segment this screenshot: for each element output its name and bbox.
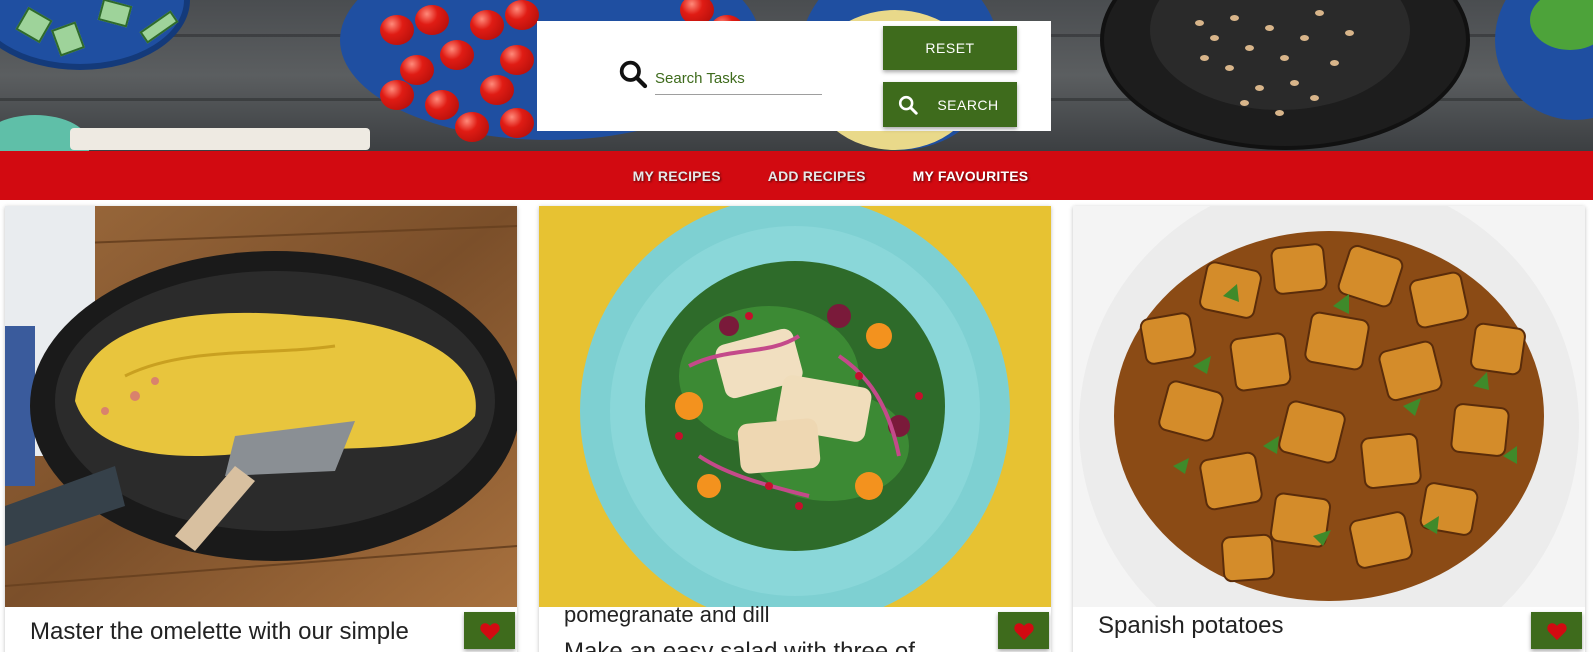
search-input[interactable] xyxy=(655,55,822,95)
recipe-card[interactable]: Master the omelette with our simple xyxy=(5,206,517,652)
main-nav: MY RECIPES ADD RECIPES MY FAVOURITES xyxy=(0,151,1593,200)
heart-icon xyxy=(1546,622,1567,640)
recipe-image-omelette xyxy=(5,206,517,607)
recipe-card[interactable]: pomegranate and dill Make an easy salad … xyxy=(539,206,1051,652)
search-button[interactable]: SEARCH xyxy=(883,82,1017,127)
favourite-button[interactable] xyxy=(998,612,1049,649)
nav-my-recipes[interactable]: MY RECIPES xyxy=(633,168,721,184)
search-icon xyxy=(619,60,648,89)
recipe-title: Spanish potatoes xyxy=(1098,612,1284,639)
heart-icon xyxy=(1013,622,1034,640)
favourite-button[interactable] xyxy=(464,612,515,649)
search-panel: RESET SEARCH xyxy=(537,21,1051,131)
reset-button[interactable]: RESET xyxy=(883,26,1017,70)
search-button-label: SEARCH xyxy=(937,96,999,113)
favourite-button[interactable] xyxy=(1531,612,1582,649)
recipe-image-potatoes xyxy=(1073,206,1585,607)
hero-banner: RESET SEARCH xyxy=(0,0,1593,151)
search-icon xyxy=(899,95,919,115)
nav-add-recipes[interactable]: ADD RECIPES xyxy=(768,168,866,184)
recipe-title-line: pomegranate and dill xyxy=(564,602,770,627)
recipe-title: Master the omelette with our simple xyxy=(30,618,409,645)
recipe-image-salad xyxy=(539,206,1051,607)
nav-my-favourites[interactable]: MY FAVOURITES xyxy=(913,168,1029,184)
recipe-title: Make an easy salad with three of xyxy=(564,638,915,652)
heart-icon xyxy=(479,622,500,640)
recipe-card[interactable]: Spanish potatoes xyxy=(1073,206,1585,652)
